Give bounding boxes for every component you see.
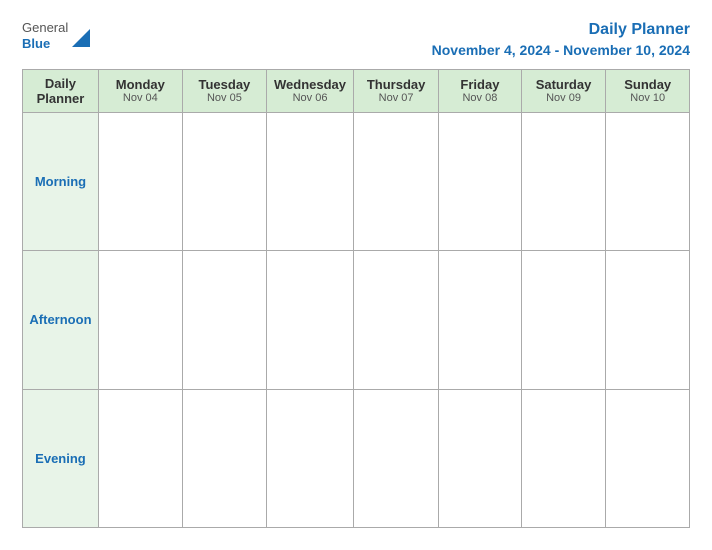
row-label: Evening (23, 389, 99, 527)
planner-table: Daily Planner MondayNov 04TuesdayNov 05W… (22, 69, 690, 528)
table-day-header: WednesdayNov 06 (267, 69, 354, 112)
title-area: Daily Planner November 4, 2024 - Novembe… (432, 20, 690, 59)
table-header-row: Daily Planner MondayNov 04TuesdayNov 05W… (23, 69, 690, 112)
table-day-header: ThursdayNov 07 (354, 69, 439, 112)
table-day-header: FridayNov 08 (439, 69, 521, 112)
table-day-header: SundayNov 10 (606, 69, 690, 112)
table-cell[interactable] (521, 112, 606, 250)
table-cell[interactable] (606, 251, 690, 389)
table-day-header: SaturdayNov 09 (521, 69, 606, 112)
table-cell[interactable] (182, 389, 266, 527)
table-header-label: Daily Planner (23, 69, 99, 112)
table-cell[interactable] (267, 251, 354, 389)
logo-area: General Blue (22, 20, 90, 51)
table-row: Afternoon (23, 251, 690, 389)
row-label: Afternoon (23, 251, 99, 389)
table-cell[interactable] (267, 112, 354, 250)
logo-triangle-icon (72, 29, 90, 47)
table-cell[interactable] (439, 112, 521, 250)
table-cell[interactable] (439, 389, 521, 527)
table-cell[interactable] (98, 389, 182, 527)
date-range: November 4, 2024 - November 10, 2024 (432, 41, 690, 59)
table-day-header: MondayNov 04 (98, 69, 182, 112)
row-label: Morning (23, 112, 99, 250)
table-cell[interactable] (354, 112, 439, 250)
table-cell[interactable] (182, 251, 266, 389)
table-cell[interactable] (606, 389, 690, 527)
table-row: Evening (23, 389, 690, 527)
table-cell[interactable] (182, 112, 266, 250)
logo-general-text: General (22, 20, 68, 36)
table-cell[interactable] (98, 112, 182, 250)
table-cell[interactable] (354, 389, 439, 527)
table-cell[interactable] (354, 251, 439, 389)
page-title: Daily Planner (432, 20, 690, 41)
table-cell[interactable] (521, 389, 606, 527)
table-cell[interactable] (606, 112, 690, 250)
table-day-header: TuesdayNov 05 (182, 69, 266, 112)
table-row: Morning (23, 112, 690, 250)
table-cell[interactable] (267, 389, 354, 527)
page: General Blue Daily Planner November 4, 2… (10, 10, 702, 540)
header: General Blue Daily Planner November 4, 2… (22, 20, 690, 59)
table-cell[interactable] (439, 251, 521, 389)
table-cell[interactable] (521, 251, 606, 389)
table-cell[interactable] (98, 251, 182, 389)
logo-blue-text: Blue (22, 36, 68, 52)
